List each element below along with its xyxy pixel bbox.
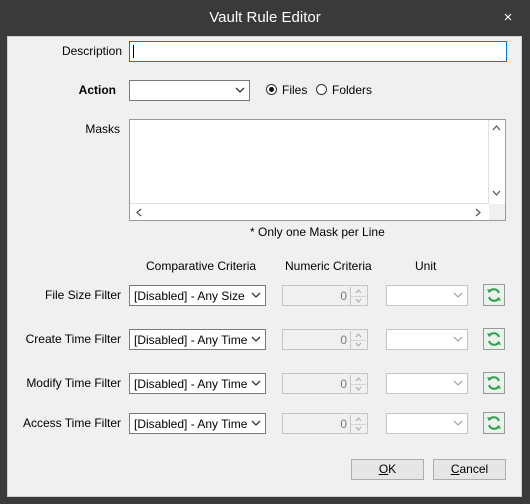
- create-time-filter-label: Create Time Filter: [25, 332, 121, 346]
- modify-time-criteria-select[interactable]: [Disabled] - Any Time: [129, 373, 266, 394]
- vertical-scrollbar[interactable]: [488, 120, 505, 204]
- create-time-unit-select[interactable]: [386, 329, 468, 350]
- stepper-down-icon[interactable]: [351, 424, 366, 433]
- refresh-icon: [487, 288, 501, 302]
- masks-label: Masks: [85, 122, 120, 136]
- cancel-button[interactable]: Cancel: [433, 459, 506, 480]
- file-size-numeric-stepper[interactable]: 0: [282, 285, 368, 306]
- create-time-criteria-select[interactable]: [Disabled] - Any Time: [129, 329, 266, 350]
- dialog-body: Description Action Files Folders Masks *…: [7, 36, 522, 497]
- chevron-down-icon: [251, 380, 261, 386]
- stepper-down-icon[interactable]: [351, 384, 366, 393]
- access-time-numeric-stepper[interactable]: 0: [282, 413, 368, 434]
- access-time-criteria-value: [Disabled] - Any Time: [134, 417, 248, 431]
- modify-time-filter-label: Modify Time Filter: [26, 376, 121, 390]
- chevron-down-icon: [251, 336, 261, 342]
- chevron-down-icon: [251, 420, 261, 426]
- chevron-down-icon: [453, 380, 463, 386]
- stepper-buttons: [350, 287, 366, 305]
- masks-textarea[interactable]: [129, 119, 506, 221]
- modify-time-numeric-value: 0: [340, 377, 347, 391]
- unit-header: Unit: [415, 259, 437, 273]
- description-input[interactable]: [129, 41, 507, 62]
- action-label: Action: [78, 83, 116, 97]
- description-label: Description: [61, 44, 122, 58]
- chevron-down-icon: [453, 420, 463, 426]
- close-icon[interactable]: ×: [500, 10, 516, 26]
- window-title: Vault Rule Editor: [209, 9, 321, 26]
- refresh-icon: [487, 416, 501, 430]
- ok-label: K: [388, 462, 397, 476]
- radio-selected-dot: [269, 87, 274, 92]
- scroll-left-icon[interactable]: [135, 208, 142, 217]
- horizontal-scrollbar[interactable]: [130, 203, 489, 220]
- text-cursor: [133, 45, 134, 58]
- chevron-down-icon: [251, 292, 261, 298]
- stepper-buttons: [350, 375, 366, 393]
- access-time-filter-label: Access Time Filter: [22, 416, 121, 430]
- files-radio-label[interactable]: Files: [282, 83, 307, 97]
- access-time-criteria-select[interactable]: [Disabled] - Any Time: [129, 413, 266, 434]
- ok-accelerator: O: [378, 462, 389, 476]
- scroll-down-icon[interactable]: [492, 190, 501, 197]
- folders-radio[interactable]: [316, 84, 327, 95]
- access-time-numeric-value: 0: [340, 417, 347, 431]
- ok-button[interactable]: OK: [351, 459, 424, 480]
- stepper-down-icon[interactable]: [351, 340, 366, 349]
- scrollbar-corner: [489, 204, 505, 220]
- file-size-unit-select[interactable]: [386, 285, 468, 306]
- create-time-refresh-button[interactable]: [483, 328, 505, 350]
- stepper-buttons: [350, 331, 366, 349]
- comparative-criteria-header: Comparative Criteria: [146, 259, 257, 273]
- chevron-down-icon: [453, 292, 463, 298]
- stepper-down-icon[interactable]: [351, 296, 366, 305]
- modify-time-criteria-value: [Disabled] - Any Time: [134, 377, 248, 391]
- modify-time-unit-select[interactable]: [386, 373, 468, 394]
- masks-note: * Only one Mask per Line: [250, 225, 385, 239]
- numeric-criteria-header: Numeric Criteria: [285, 259, 372, 273]
- create-time-criteria-value: [Disabled] - Any Time: [134, 333, 248, 347]
- access-time-unit-select[interactable]: [386, 413, 468, 434]
- refresh-icon: [487, 376, 501, 390]
- create-time-numeric-stepper[interactable]: 0: [282, 329, 368, 350]
- file-size-criteria-select[interactable]: [Disabled] - Any Size: [129, 285, 266, 306]
- title-bar[interactable]: Vault Rule Editor ×: [0, 0, 530, 36]
- access-time-refresh-button[interactable]: [483, 412, 505, 434]
- scroll-up-icon[interactable]: [492, 124, 501, 131]
- create-time-numeric-value: 0: [340, 333, 347, 347]
- chevron-down-icon: [453, 336, 463, 342]
- scroll-right-icon[interactable]: [475, 208, 482, 217]
- folders-radio-label[interactable]: Folders: [332, 83, 372, 97]
- file-size-numeric-value: 0: [340, 289, 347, 303]
- modify-time-refresh-button[interactable]: [483, 372, 505, 394]
- stepper-buttons: [350, 415, 366, 433]
- refresh-icon: [487, 332, 501, 346]
- cancel-label: ancel: [459, 462, 489, 476]
- action-select[interactable]: [129, 80, 250, 101]
- file-size-refresh-button[interactable]: [483, 284, 505, 306]
- modify-time-numeric-stepper[interactable]: 0: [282, 373, 368, 394]
- files-radio[interactable]: [266, 84, 277, 95]
- chevron-down-icon: [235, 87, 245, 93]
- file-size-criteria-value: [Disabled] - Any Size: [134, 289, 245, 303]
- file-size-filter-label: File Size Filter: [44, 288, 121, 302]
- dialog-window: Vault Rule Editor × Description Action F…: [0, 0, 530, 504]
